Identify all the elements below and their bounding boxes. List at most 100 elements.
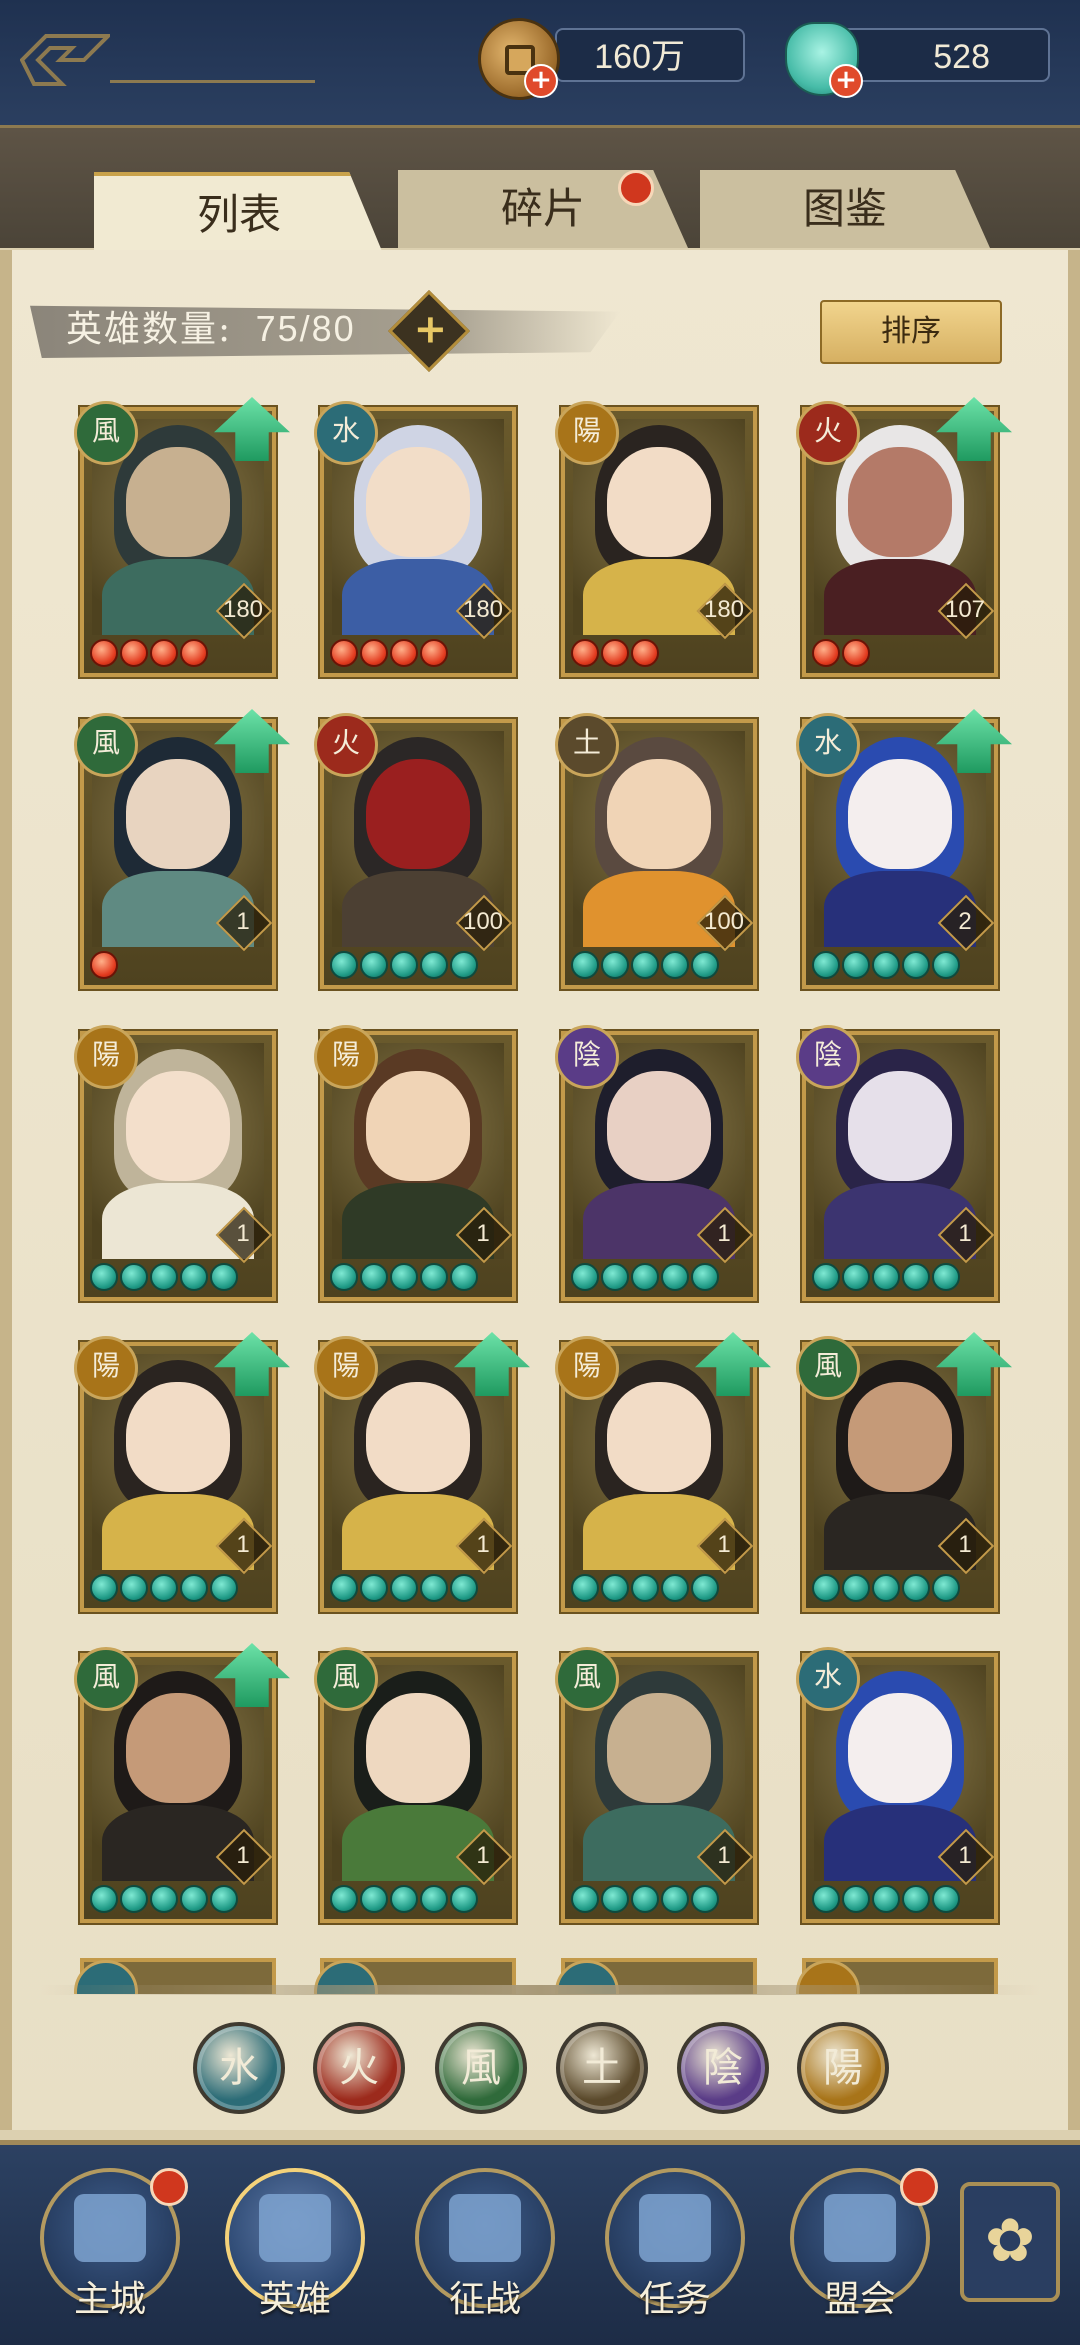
star-orb-icon	[601, 1574, 629, 1602]
star-orb-icon	[842, 1885, 870, 1913]
wind-element-icon: 風	[74, 401, 138, 465]
water-element-icon: 水	[796, 1647, 860, 1711]
hero-face	[607, 1693, 711, 1803]
hero-card[interactable]: 火 100	[314, 713, 516, 989]
star-orb-icon	[150, 1263, 178, 1291]
hero-card[interactable]: 陽1	[314, 1025, 516, 1301]
filter-water-button[interactable]: 水	[193, 2022, 285, 2114]
star-orb-icon	[120, 1574, 148, 1602]
star-orb-icon	[90, 1574, 118, 1602]
star-orb-icon	[420, 639, 448, 667]
star-orb-icon	[932, 951, 960, 979]
hero-level: 180	[703, 596, 745, 623]
star-orb-icon	[390, 1263, 418, 1291]
star-orb-icon	[812, 1885, 840, 1913]
hero-card[interactable]: 風1	[74, 709, 290, 989]
hero-level: 1	[476, 1842, 490, 1869]
add-coins-button[interactable]: +	[524, 64, 558, 98]
filter-yin-button[interactable]: 陰	[677, 2022, 769, 2114]
flower-menu-icon[interactable]: ✿	[960, 2182, 1060, 2302]
hero-count-value: 75/80	[255, 308, 356, 349]
star-orb-icon	[450, 1574, 478, 1602]
filter-yang-button[interactable]: 陽	[797, 2022, 889, 2114]
hero-face	[126, 1693, 230, 1803]
star-orb-icon	[691, 1263, 719, 1291]
hero-card[interactable]: 風1	[74, 1643, 290, 1923]
hero-level-badge: 1	[458, 1520, 508, 1570]
star-orb-icon	[150, 1885, 178, 1913]
notification-dot	[900, 2168, 938, 2206]
hero-star-rating	[90, 1263, 238, 1293]
hero-level-badge: 1	[940, 1520, 990, 1570]
star-orb-icon	[180, 1574, 208, 1602]
star-orb-icon	[90, 639, 118, 667]
hero-face	[126, 1071, 230, 1181]
hero-star-rating	[571, 951, 719, 981]
star-orb-icon	[631, 951, 659, 979]
filter-fire-button[interactable]: 火	[313, 2022, 405, 2114]
hero-level: 180	[462, 596, 504, 623]
hero-face	[366, 1693, 470, 1803]
star-orb-icon	[842, 639, 870, 667]
star-orb-icon	[661, 951, 689, 979]
add-jade-button[interactable]: +	[829, 64, 863, 98]
hero-face	[126, 447, 230, 557]
hero-level-badge: 100	[699, 897, 749, 947]
star-orb-icon	[661, 1263, 689, 1291]
star-orb-icon	[691, 951, 719, 979]
filter-earth-button[interactable]: 土	[556, 2022, 648, 2114]
star-orb-icon	[120, 639, 148, 667]
hero-face	[126, 759, 230, 869]
hero-card[interactable]: 陰1	[555, 1025, 757, 1301]
hero-card[interactable]: 陽1	[74, 1332, 290, 1612]
wind-element-icon: 風	[796, 1336, 860, 1400]
hero-level: 1	[717, 1531, 731, 1558]
jade-balance: 528	[830, 28, 1050, 82]
hero-level: 1	[476, 1531, 490, 1558]
star-orb-icon	[420, 1263, 448, 1291]
star-orb-icon	[902, 1263, 930, 1291]
hero-face	[607, 1382, 711, 1492]
hero-card[interactable]: 水 180	[314, 401, 516, 677]
hero-card[interactable]: 風1	[555, 1647, 757, 1923]
star-orb-icon	[180, 1263, 208, 1291]
hero-level: 1	[476, 1220, 490, 1247]
hero-card[interactable]: 火 107	[796, 397, 1012, 677]
star-orb-icon	[812, 951, 840, 979]
hero-card[interactable]: 水1	[796, 1647, 998, 1923]
star-orb-icon	[390, 639, 418, 667]
hero-card[interactable]: 土 100	[555, 713, 757, 989]
hero-level: 100	[462, 908, 504, 935]
water-element-icon: 水	[796, 713, 860, 777]
hero-card[interactable]: 水2	[796, 709, 1012, 989]
star-orb-icon	[90, 1263, 118, 1291]
hero-level: 1	[717, 1220, 731, 1247]
star-orb-icon	[360, 1885, 388, 1913]
hero-card[interactable]: 陽 180	[555, 401, 757, 677]
hero-level-badge: 1	[218, 1831, 268, 1881]
nav-label: 英雄	[258, 2279, 331, 2320]
tab-codex[interactable]: 图鉴	[700, 170, 990, 248]
hero-level-badge: 107	[940, 585, 990, 635]
star-orb-icon	[360, 951, 388, 979]
hero-level: 107	[944, 596, 986, 623]
nav-label: 任务	[638, 2279, 711, 2320]
hero-card[interactable]: 風 180	[74, 397, 290, 677]
hero-level: 1	[717, 1842, 731, 1869]
hero-level-badge: 180	[458, 585, 508, 635]
hero-card[interactable]: 陽1	[74, 1025, 276, 1301]
star-orb-icon	[842, 1574, 870, 1602]
tab-list[interactable]: 列表	[94, 172, 384, 256]
hero-card[interactable]: 陽1	[555, 1332, 771, 1612]
hero-card[interactable]: 風1	[796, 1332, 1012, 1612]
wind-element-icon: 風	[74, 1647, 138, 1711]
filter-wind-button[interactable]: 風	[435, 2022, 527, 2114]
hero-card[interactable]: 陰1	[796, 1025, 998, 1301]
hero-level-badge: 2	[940, 897, 990, 947]
star-orb-icon	[120, 1263, 148, 1291]
sort-button[interactable]: 排序	[820, 300, 1002, 364]
hero-card[interactable]: 陽1	[314, 1332, 530, 1612]
hero-card[interactable]: 風1	[314, 1647, 516, 1923]
star-orb-icon	[691, 1885, 719, 1913]
fire-element-icon: 火	[796, 401, 860, 465]
